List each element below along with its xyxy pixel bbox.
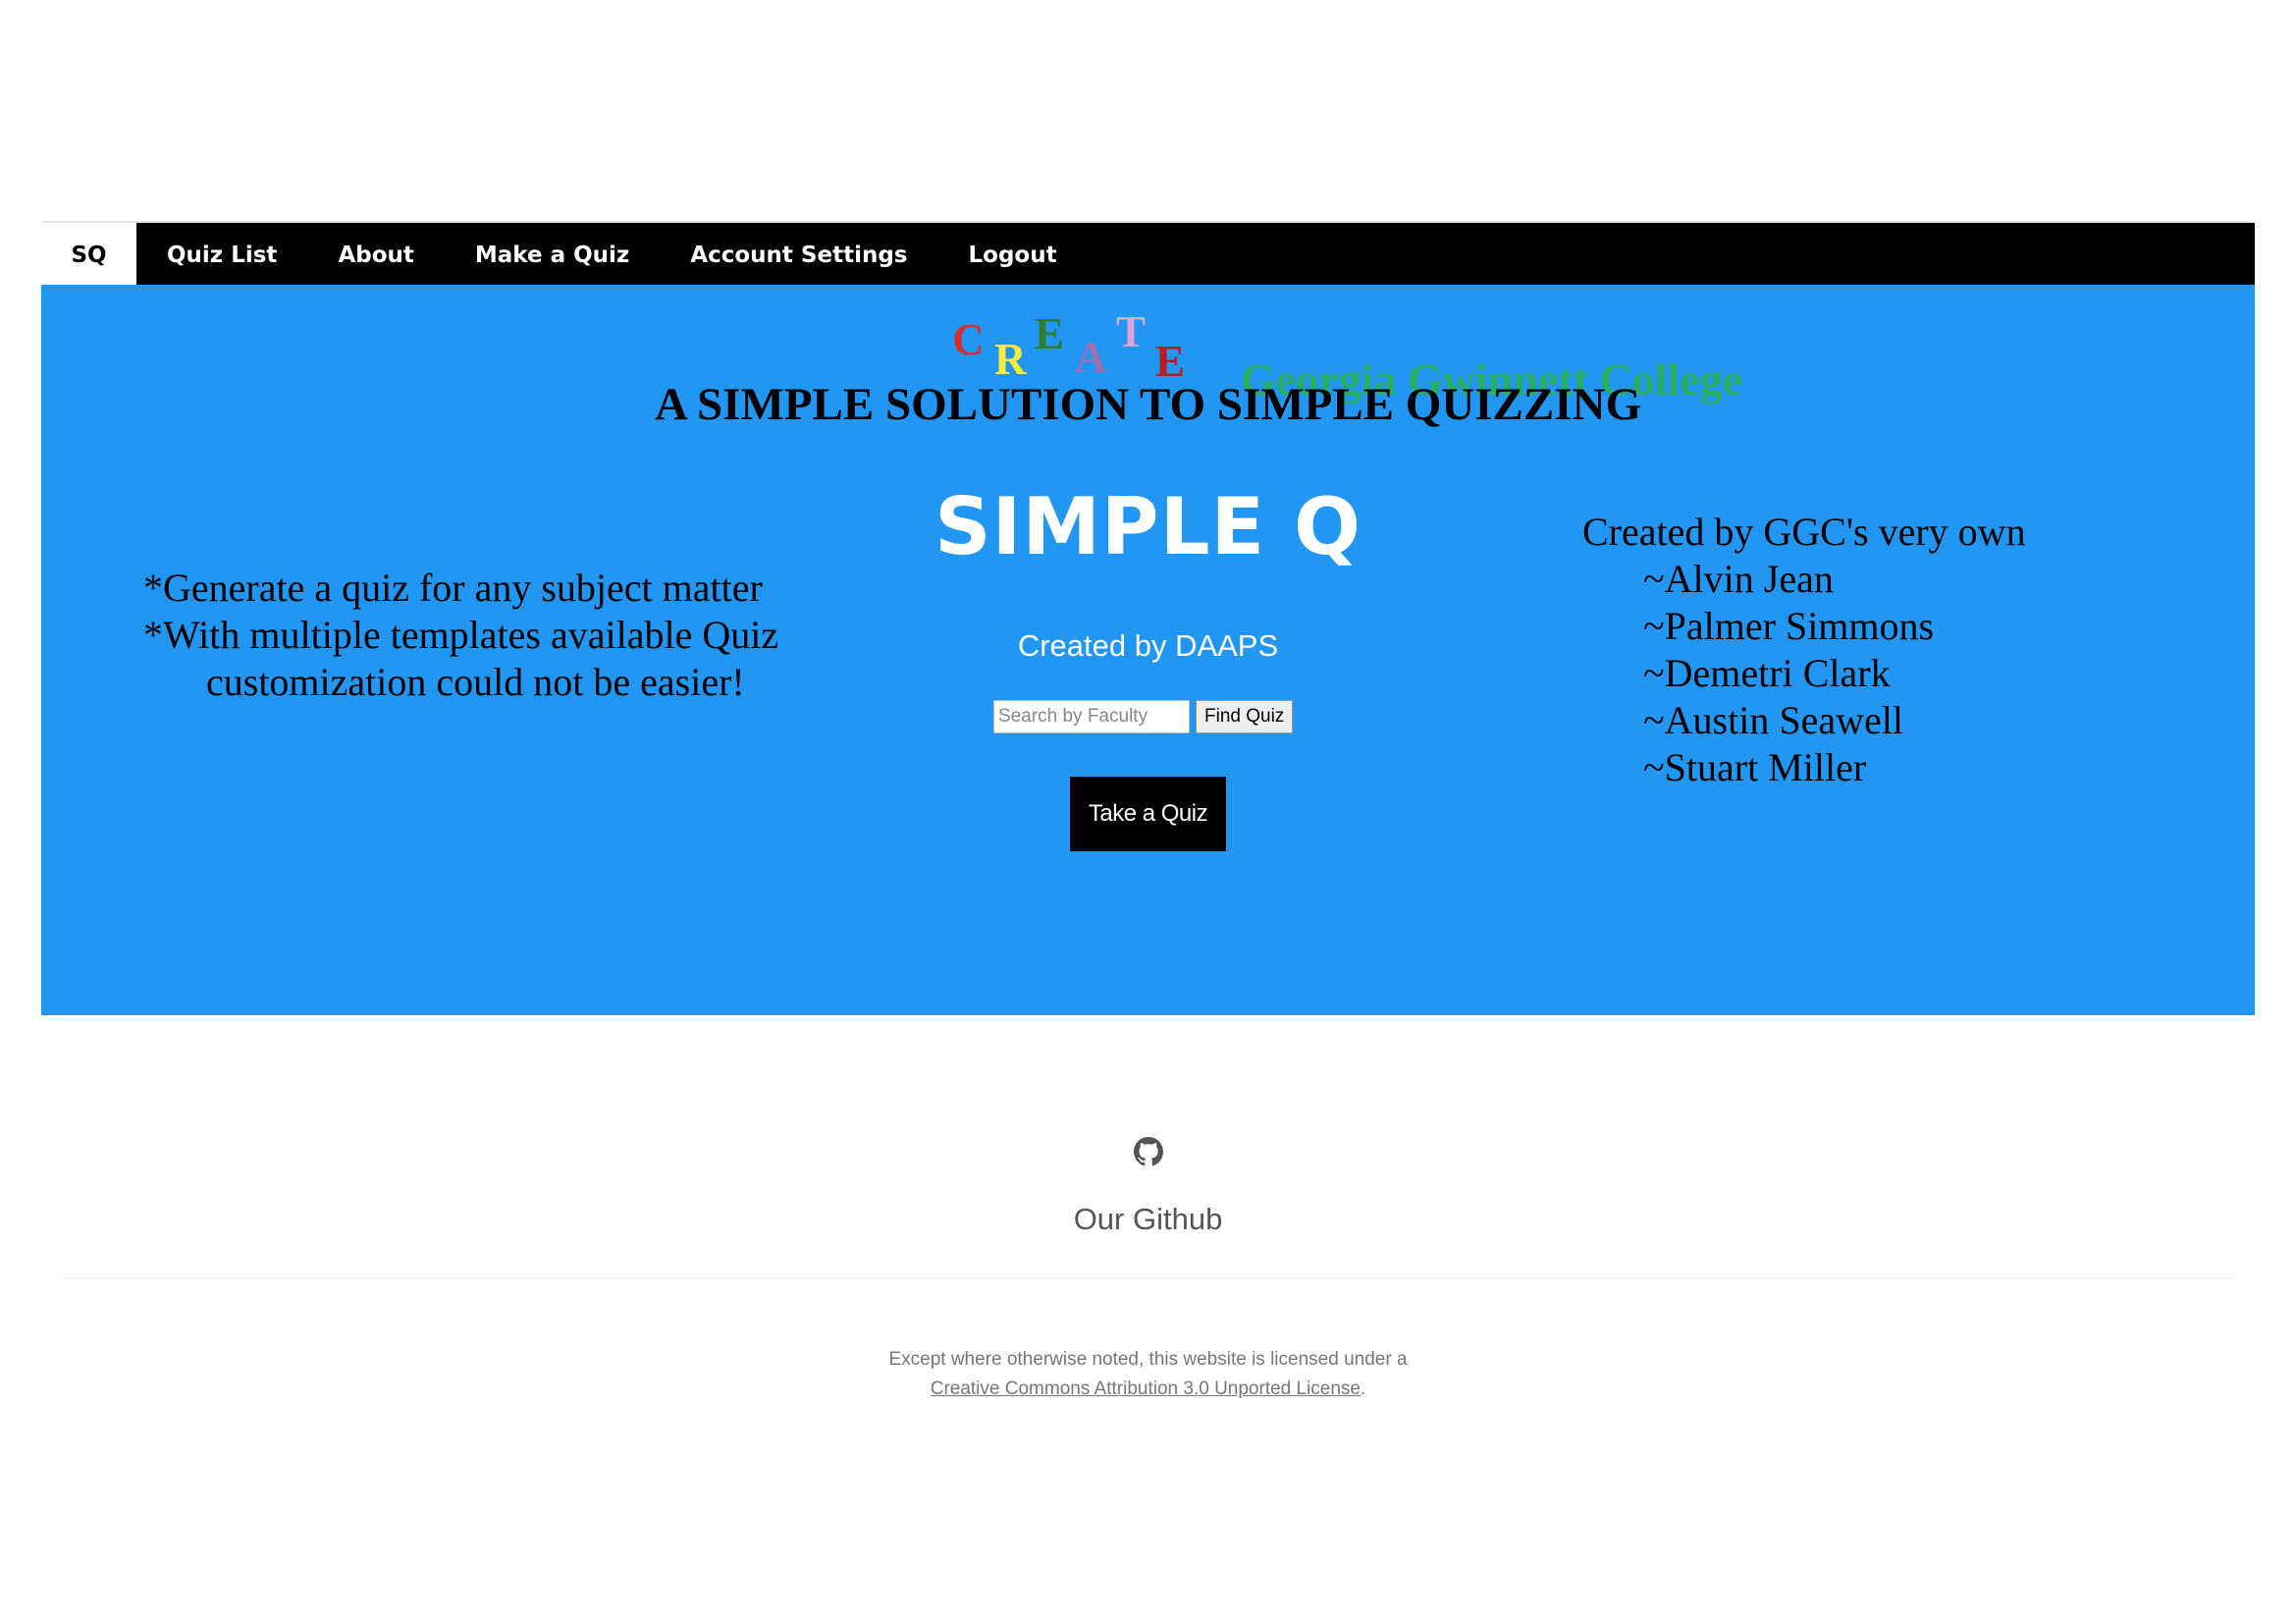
- nav-item-make-a-quiz[interactable]: Make a Quiz: [445, 223, 660, 287]
- find-quiz-button[interactable]: Find Quiz: [1196, 700, 1294, 733]
- github-label[interactable]: Our Github: [0, 1202, 2296, 1237]
- top-navbar: SQ Quiz List About Make a Quiz Account S…: [41, 221, 2255, 287]
- hero-section: C R E A T E Georgia Gwinnett College A S…: [41, 285, 2255, 1015]
- license-link[interactable]: Creative Commons Attribution 3.0 Unporte…: [931, 1379, 1361, 1399]
- github-link[interactable]: [0, 1137, 2296, 1171]
- faculty-search-input[interactable]: [993, 700, 1190, 733]
- member-name: ~Alvin Jean: [1643, 557, 1834, 601]
- license-end: .: [1361, 1379, 1366, 1399]
- license-text: Except where otherwise noted, this websi…: [888, 1349, 1408, 1370]
- member-name: ~Stuart Miller: [1643, 745, 1867, 789]
- license-notice: Except where otherwise noted, this websi…: [0, 1345, 2296, 1404]
- feature-line-3: customization could not be easier!: [206, 660, 745, 704]
- credits-list: Created by GGC's very own ~Alvin Jean ~P…: [1582, 509, 2171, 791]
- member-name: ~Palmer Simmons: [1643, 604, 1935, 648]
- nav-item-about[interactable]: About: [307, 223, 444, 287]
- github-icon[interactable]: [1133, 1137, 1163, 1166]
- credits-heading: Created by GGC's very own: [1582, 510, 2026, 554]
- nav-item-account-settings[interactable]: Account Settings: [660, 223, 937, 287]
- create-letter-a: A: [1075, 333, 1107, 382]
- footer-divider: [61, 1277, 2235, 1278]
- nav-brand-sq[interactable]: SQ: [41, 223, 136, 287]
- member-name: ~Demetri Clark: [1643, 651, 1891, 695]
- search-form: Find Quiz: [993, 700, 1294, 733]
- nav-item-logout[interactable]: Logout: [937, 223, 1087, 287]
- create-letter-e1: E: [1035, 309, 1065, 358]
- tagline: A SIMPLE SOLUTION TO SIMPLE QUIZZING: [654, 379, 1642, 430]
- create-letter-t: T: [1116, 307, 1147, 356]
- member-name: ~Austin Seawell: [1643, 698, 1903, 742]
- create-letter-c: C: [952, 315, 985, 364]
- nav-item-quiz-list[interactable]: Quiz List: [136, 223, 307, 287]
- take-quiz-button[interactable]: Take a Quiz: [1070, 777, 1226, 851]
